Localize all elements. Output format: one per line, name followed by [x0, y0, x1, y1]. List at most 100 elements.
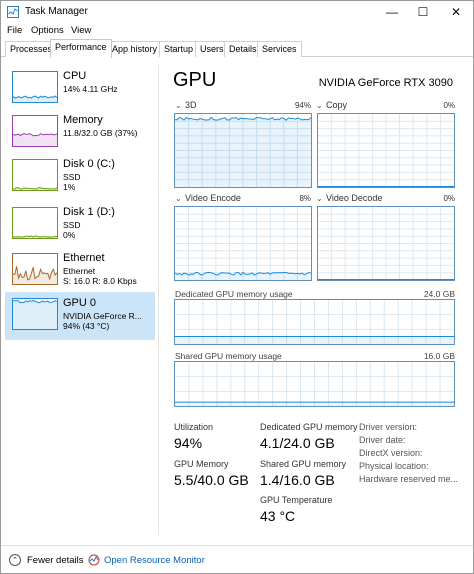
resource-disk-0[interactable]: Disk 0 (C:) SSD 1%: [5, 153, 155, 201]
chevron-up-icon: ⌃: [9, 554, 21, 566]
resource-name: Memory: [63, 114, 103, 126]
graph-video-encode-selector[interactable]: ⌄ Video Encode: [175, 193, 241, 203]
graph-label: 3D: [185, 100, 197, 110]
resource-name: Ethernet: [63, 252, 105, 264]
graph-3d-selector[interactable]: ⌄ 3D: [175, 100, 197, 110]
resource-detail: SSD: [63, 220, 81, 230]
shared-memory-label: Shared GPU memory usage: [175, 351, 282, 361]
fewer-details-label: Fewer details: [27, 554, 84, 566]
chevron-down-icon: ⌄: [316, 194, 323, 203]
resource-list: CPU 14% 4.11 GHz Memory 11.8/32.0 GB (37…: [5, 65, 155, 535]
graph-percent: 94%: [294, 101, 311, 110]
tab-details[interactable]: Details: [224, 41, 262, 57]
memory-fill: [175, 402, 454, 406]
tab-startup[interactable]: Startup: [159, 41, 199, 57]
graph-copy-selector[interactable]: ⌄ Copy: [316, 100, 347, 110]
maximize-button[interactable]: ☐: [408, 1, 438, 23]
driver-version-label: Driver version:: [359, 422, 418, 432]
resource-ethernet[interactable]: Ethernet Ethernet S: 16.0 R: 8.0 Kbps: [5, 247, 155, 295]
graph-label: Copy: [326, 100, 348, 110]
resource-detail-2: 0%: [63, 230, 76, 240]
chevron-down-icon: ⌄: [175, 194, 182, 203]
resource-gpu-0[interactable]: GPU 0 NVIDIA GeForce R... 94% (43 °C): [5, 292, 155, 340]
graph-copy: [317, 113, 455, 188]
dedicated-memory-stat-value: 4.1/24.0 GB: [260, 435, 335, 451]
gpu-memory-label: GPU Memory: [174, 459, 229, 469]
page-title: GPU: [173, 69, 217, 91]
tab-bar: Processes Performance App history Startu…: [1, 39, 473, 58]
resource-detail: NVIDIA GeForce R...: [63, 311, 142, 321]
gpu-temperature-value: 43 °C: [260, 508, 296, 524]
task-manager-window: Task Manager — ☐ ✕ File Options View Pro…: [0, 0, 474, 574]
gpu-temperature-label: GPU Temperature: [260, 495, 333, 505]
chevron-down-icon: ⌄: [175, 101, 182, 110]
graph-percent: 8%: [299, 194, 311, 203]
pane-divider: [158, 65, 159, 535]
close-button[interactable]: ✕: [441, 1, 471, 23]
menu-bar: File Options View: [1, 23, 473, 39]
graph-percent: 0%: [443, 194, 455, 203]
tab-services[interactable]: Services: [257, 41, 302, 57]
tab-performance[interactable]: Performance: [50, 39, 112, 58]
fewer-details-button[interactable]: ⌃ Fewer details: [9, 554, 84, 566]
minimize-button[interactable]: —: [377, 1, 407, 23]
menu-view[interactable]: View: [71, 25, 91, 36]
hardware-reserved-label: Hardware reserved me...: [359, 474, 459, 484]
resource-monitor-icon: [88, 554, 100, 566]
directx-version-label: DirectX version:: [359, 448, 423, 458]
physical-location-label: Physical location:: [359, 461, 429, 471]
resource-name: GPU 0: [63, 297, 97, 309]
graph-percent: 0%: [443, 101, 455, 110]
shared-memory-stat-label: Shared GPU memory: [260, 459, 347, 469]
graph-video-decode: [317, 206, 455, 281]
footer: ⌃ Fewer details Open Resource Monitor: [1, 545, 473, 573]
driver-date-label: Driver date:: [359, 435, 406, 445]
graph-area: [175, 117, 311, 187]
resource-name: Disk 0 (C:): [63, 158, 115, 170]
disk1-thumbnail-graph: [12, 207, 58, 239]
resource-name: CPU: [63, 70, 87, 82]
window-title: Task Manager: [25, 6, 88, 17]
utilization-label: Utilization: [174, 422, 214, 432]
graph-label: Video Encode: [185, 193, 241, 203]
title-bar[interactable]: Task Manager — ☐ ✕: [1, 1, 473, 23]
resource-detail: 14% 4.11 GHz: [63, 84, 118, 94]
tab-app-history[interactable]: App history: [107, 41, 163, 57]
gpu-model-name: NVIDIA GeForce RTX 3090: [318, 77, 453, 89]
graph-shared-memory: [174, 361, 455, 407]
ethernet-thumbnail-graph: [12, 253, 58, 285]
gpu-memory-value: 5.5/40.0 GB: [174, 472, 249, 488]
resource-name: Disk 1 (D:): [63, 206, 115, 218]
shared-memory-stat-value: 1.4/16.0 GB: [260, 472, 335, 488]
dedicated-memory-stat-label: Dedicated GPU memory: [260, 422, 358, 432]
memory-fill: [175, 336, 454, 344]
graph-video-decode-selector[interactable]: ⌄ Video Decode: [316, 193, 382, 203]
resource-detail-2: 94% (43 °C): [63, 321, 110, 331]
memory-thumbnail-graph: [12, 115, 58, 147]
gpu-thumbnail-graph: [12, 298, 58, 330]
open-resource-monitor-link[interactable]: Open Resource Monitor: [88, 554, 205, 566]
resource-memory[interactable]: Memory 11.8/32.0 GB (37%): [5, 109, 155, 157]
open-resource-monitor-label: Open Resource Monitor: [104, 554, 205, 566]
graph-video-encode: [174, 206, 312, 281]
dedicated-memory-max: 24.0 GB: [423, 289, 455, 299]
disk0-thumbnail-graph: [12, 159, 58, 191]
shared-memory-max: 16.0 GB: [423, 351, 455, 361]
chevron-down-icon: ⌄: [316, 101, 323, 110]
graph-dedicated-memory: [174, 299, 455, 345]
resource-detail: 11.8/32.0 GB (37%): [63, 128, 138, 138]
utilization-value: 94%: [174, 435, 203, 451]
cpu-thumbnail-graph: [12, 71, 58, 103]
task-manager-icon: [7, 6, 19, 18]
menu-options[interactable]: Options: [31, 25, 64, 36]
menu-file[interactable]: File: [7, 25, 22, 36]
resource-detail-2: 1%: [63, 182, 76, 192]
resource-cpu[interactable]: CPU 14% 4.11 GHz: [5, 65, 155, 113]
resource-detail-2: S: 16.0 R: 8.0 Kbps: [63, 276, 137, 286]
graph-3d: [174, 113, 312, 188]
resource-detail: Ethernet: [63, 266, 96, 276]
resource-detail: SSD: [63, 172, 81, 182]
graph-label: Video Decode: [326, 193, 383, 203]
dedicated-memory-label: Dedicated GPU memory usage: [175, 289, 293, 299]
resource-disk-1[interactable]: Disk 1 (D:) SSD 0%: [5, 201, 155, 249]
